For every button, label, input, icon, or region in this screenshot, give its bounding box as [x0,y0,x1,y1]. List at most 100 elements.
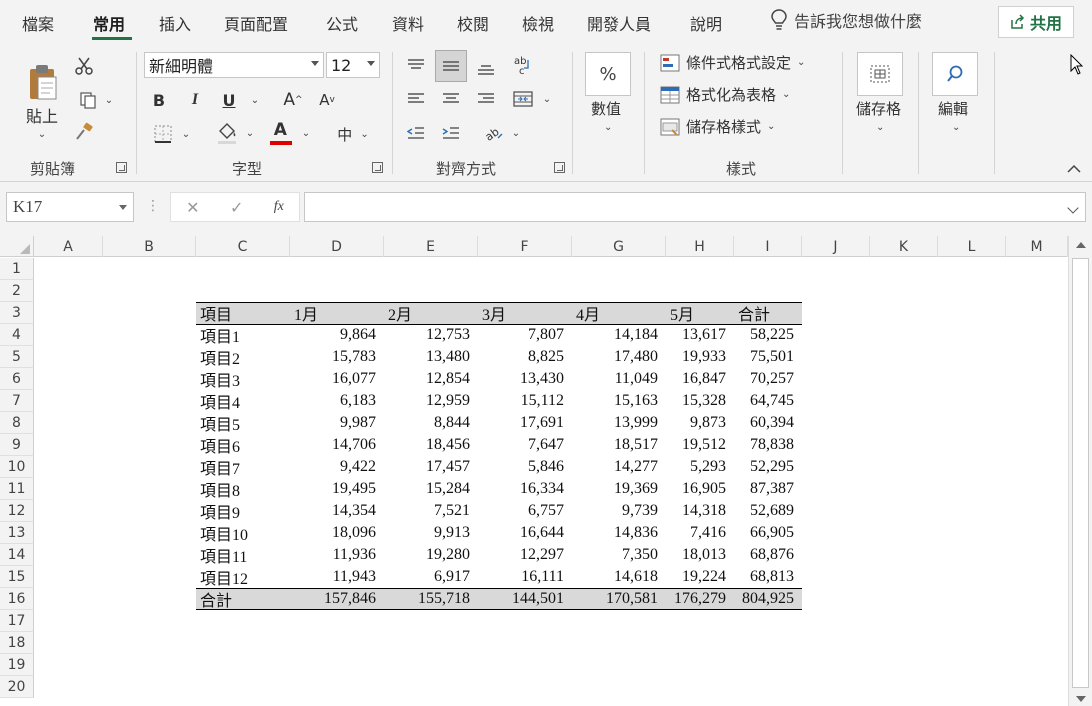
table-cell[interactable]: 13,430 [478,368,572,390]
tab-page-layout[interactable]: 頁面配置 [224,11,288,35]
column-header-G[interactable]: G [572,236,666,257]
column-header-J[interactable]: J [802,236,870,257]
table-cell[interactable]: 15,284 [384,478,478,500]
increase-indent-button[interactable] [439,122,463,144]
table-cell[interactable]: 12,297 [478,544,572,566]
table-cell[interactable]: 14,836 [572,522,666,544]
column-header-M[interactable]: M [1006,236,1068,257]
table-cell[interactable]: 12,854 [384,368,478,390]
table-header-cell[interactable]: 1月 [290,302,384,324]
row-header-18[interactable]: 18 [0,632,34,654]
table-cell[interactable]: 6,757 [478,500,572,522]
table-cell[interactable]: 64,745 [734,390,802,412]
select-all-button[interactable] [0,236,34,257]
underline-button[interactable]: U [218,88,240,112]
font-launcher-icon[interactable] [372,162,383,173]
table-cell[interactable]: 155,718 [384,588,478,610]
table-cell[interactable]: 7,416 [666,522,734,544]
column-header-E[interactable]: E [384,236,478,257]
table-cell[interactable]: 9,987 [290,412,384,434]
table-cell[interactable]: 17,457 [384,456,478,478]
table-cell[interactable]: 項目10 [196,522,290,544]
cancel-icon[interactable]: ✕ [186,198,199,217]
table-cell[interactable]: 7,521 [384,500,478,522]
table-cell[interactable]: 804,925 [734,588,802,610]
table-cell[interactable]: 項目1 [196,324,290,346]
cut-button[interactable] [72,54,96,78]
phonetic-guide-button[interactable]: 中 ⌄ [330,122,376,146]
table-cell[interactable]: 5,293 [666,456,734,478]
table-cell[interactable]: 19,933 [666,346,734,368]
row-header-16[interactable]: 16 [0,588,34,610]
table-cell[interactable]: 17,691 [478,412,572,434]
column-header-D[interactable]: D [290,236,384,257]
table-header-cell[interactable]: 3月 [478,302,572,324]
fill-color-button[interactable]: ⌄ [210,120,260,146]
table-cell[interactable]: 13,617 [666,324,734,346]
table-cell[interactable]: 15,328 [666,390,734,412]
table-cell[interactable]: 66,905 [734,522,802,544]
row-header-7[interactable]: 7 [0,390,34,412]
column-header-B[interactable]: B [103,236,196,257]
table-header-cell[interactable]: 合計 [734,302,802,324]
row-header-3[interactable]: 3 [0,302,34,324]
font-color-button[interactable]: A ⌄ [266,120,314,146]
column-header-C[interactable]: C [196,236,290,257]
paste-button[interactable]: 貼上 ⌄ [20,56,64,146]
bold-button[interactable]: B [148,88,170,112]
align-left-button[interactable] [404,88,428,110]
table-cell[interactable]: 9,864 [290,324,384,346]
table-cell[interactable]: 9,913 [384,522,478,544]
table-header-cell[interactable]: 項目 [196,302,290,324]
table-cell[interactable]: 18,517 [572,434,666,456]
conditional-formatting-button[interactable]: 條件式格式設定 ⌄ [660,52,805,73]
table-cell[interactable]: 6,183 [290,390,384,412]
name-box[interactable]: K17 [6,192,134,222]
table-cell[interactable]: 52,295 [734,456,802,478]
table-cell[interactable]: 15,163 [572,390,666,412]
table-cell[interactable]: 14,184 [572,324,666,346]
align-top-button[interactable] [404,54,428,76]
orientation-button[interactable]: ab ⌄ [480,122,524,144]
table-cell[interactable]: 68,813 [734,566,802,588]
table-cell[interactable]: 16,111 [478,566,572,588]
align-bottom-button[interactable] [474,58,498,80]
column-header-K[interactable]: K [870,236,938,257]
column-header-I[interactable]: I [734,236,802,257]
table-cell[interactable]: 16,644 [478,522,572,544]
table-cell[interactable]: 13,999 [572,412,666,434]
table-header-cell[interactable]: 2月 [384,302,478,324]
row-header-20[interactable]: 20 [0,676,34,698]
table-cell[interactable]: 176,279 [666,588,734,610]
tab-developer[interactable]: 開發人員 [587,11,651,35]
share-button[interactable]: 共用 [998,6,1074,38]
font-size-combo[interactable]: 12 [326,52,380,78]
merge-center-button[interactable]: ⌄ [508,88,556,110]
table-cell[interactable]: 78,838 [734,434,802,456]
table-cell[interactable]: 11,936 [290,544,384,566]
row-header-6[interactable]: 6 [0,368,34,390]
tab-home[interactable]: 常用 [93,11,125,35]
align-right-button[interactable] [474,88,498,110]
table-cell[interactable]: 8,844 [384,412,478,434]
tab-insert[interactable]: 插入 [159,11,191,35]
clipboard-launcher-icon[interactable] [116,162,127,173]
align-middle-button[interactable] [435,50,467,82]
table-cell[interactable]: 170,581 [572,588,666,610]
chevron-down-icon[interactable]: ⌄ [876,122,884,133]
table-cell[interactable]: 17,480 [572,346,666,368]
row-header-13[interactable]: 13 [0,522,34,544]
table-cell[interactable]: 11,049 [572,368,666,390]
copy-button[interactable]: ⌄ [72,88,120,112]
row-header-11[interactable]: 11 [0,478,34,500]
table-cell[interactable]: 16,847 [666,368,734,390]
scroll-thumb[interactable] [1072,258,1089,688]
alignment-launcher-icon[interactable] [554,162,565,173]
font-name-combo[interactable]: 新細明體 [144,52,324,78]
table-cell[interactable]: 19,495 [290,478,384,500]
column-header-F[interactable]: F [478,236,572,257]
table-cell[interactable]: 87,387 [734,478,802,500]
format-painter-button[interactable] [72,120,96,144]
table-cell[interactable]: 75,501 [734,346,802,368]
row-header-12[interactable]: 12 [0,500,34,522]
